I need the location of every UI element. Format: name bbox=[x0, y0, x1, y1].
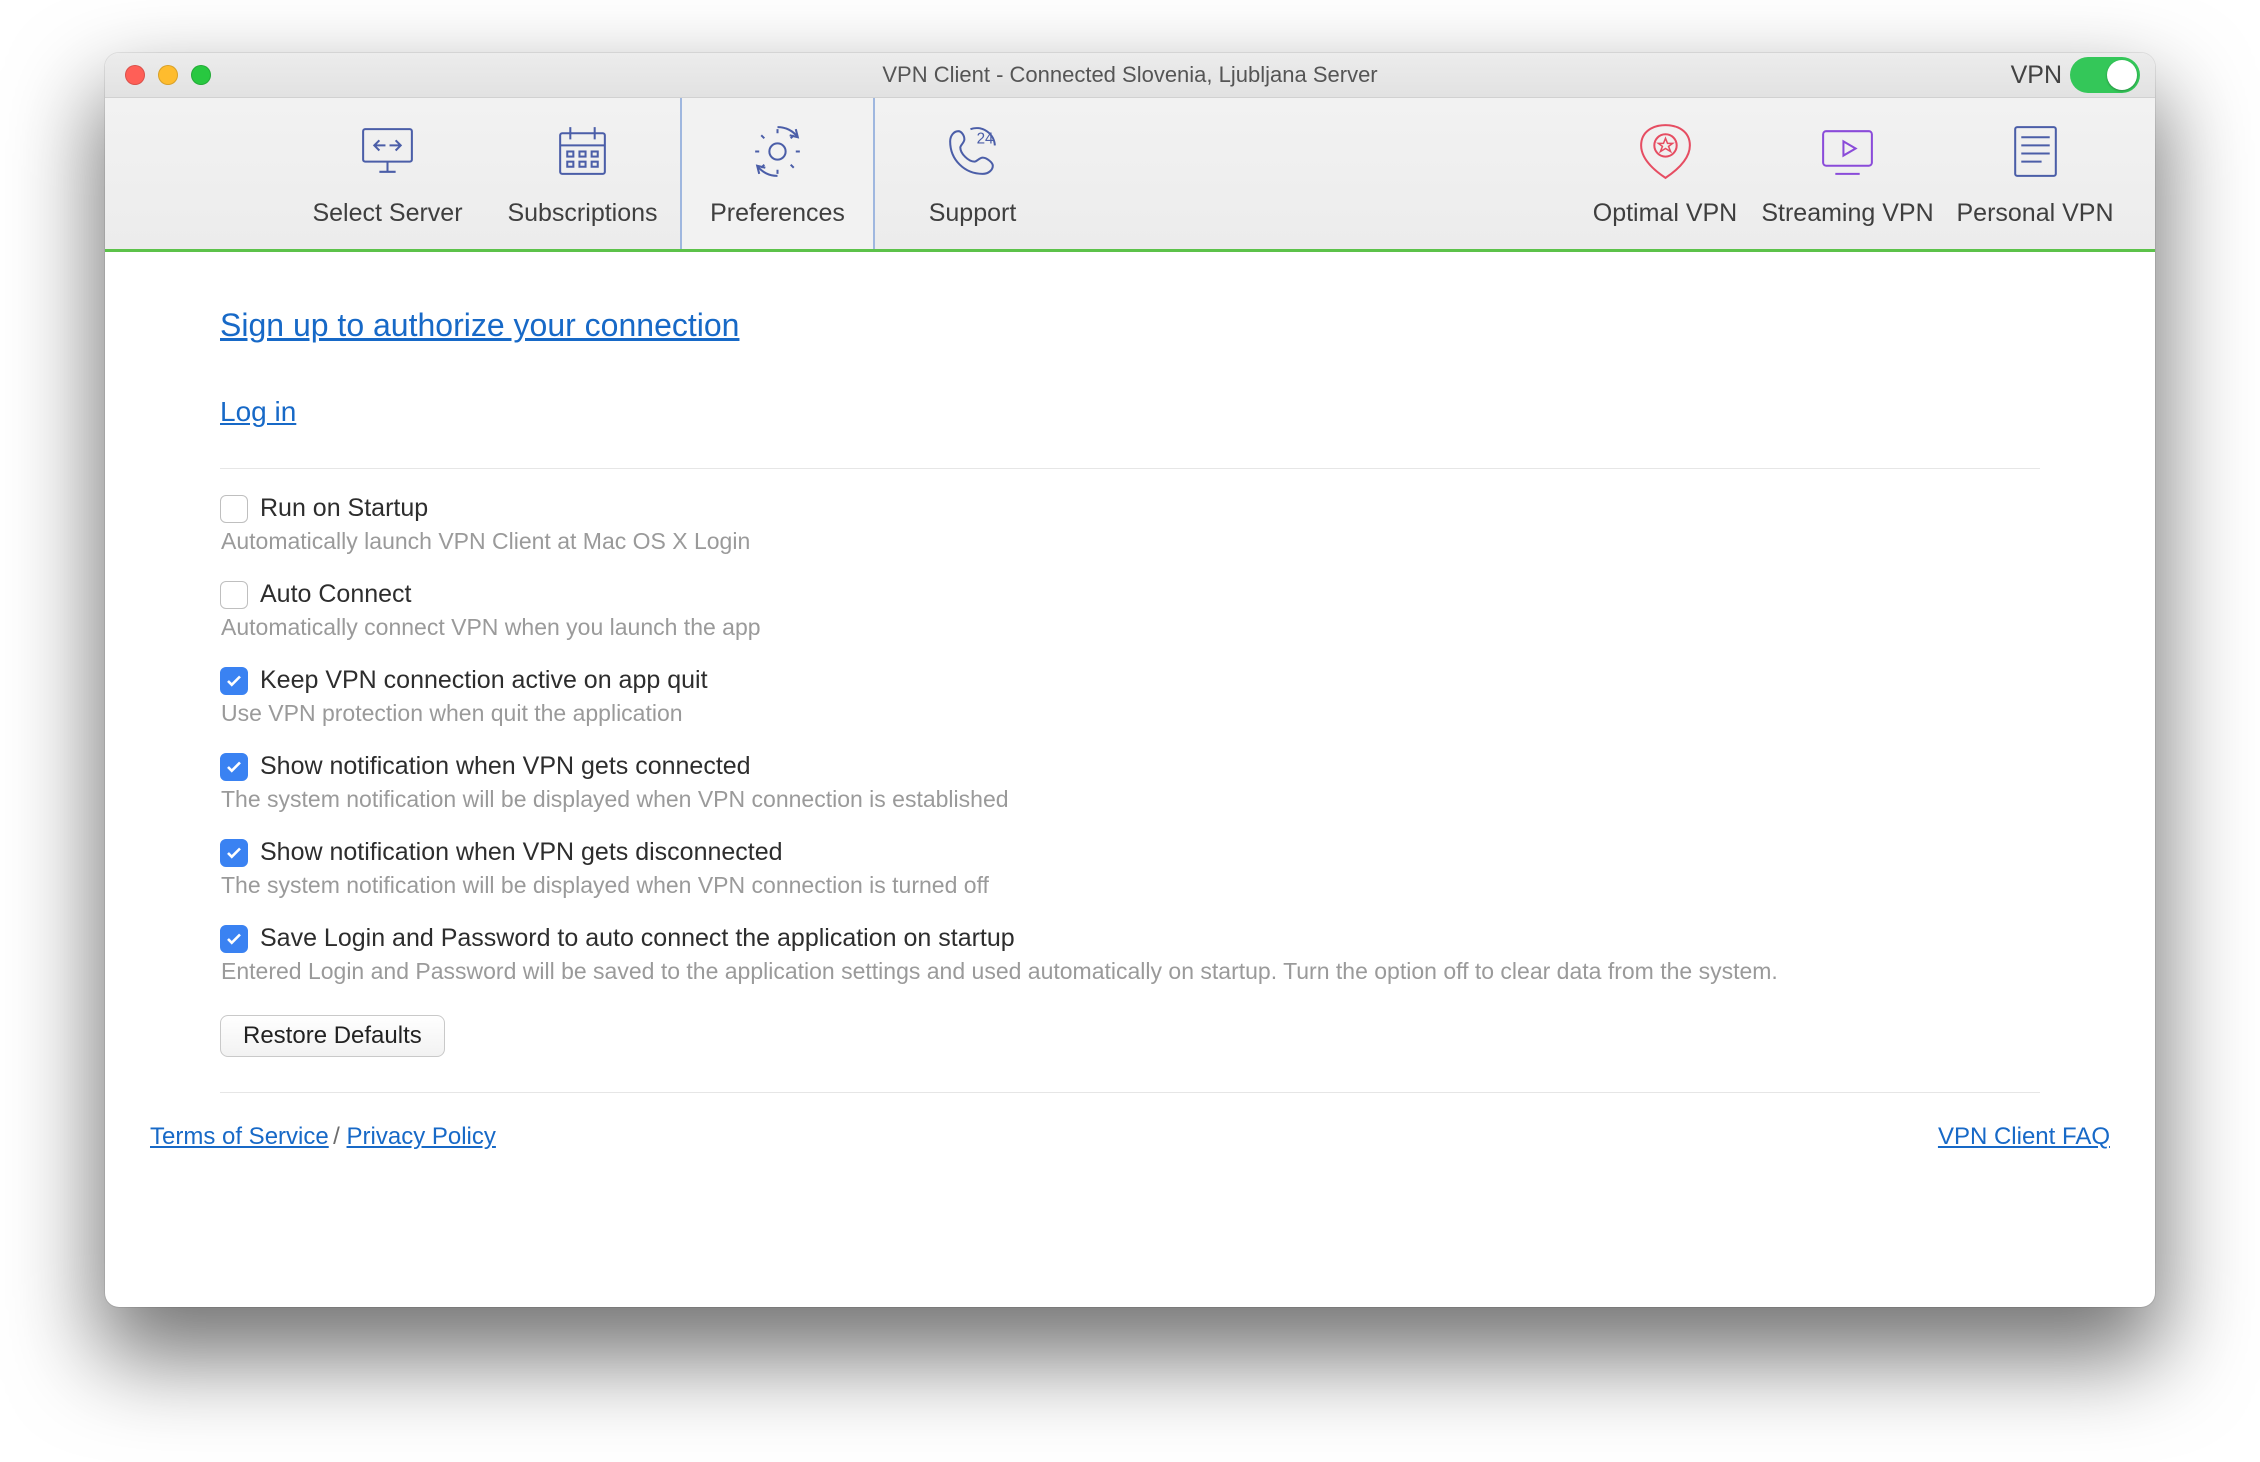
toolbar: Select Server Subscriptions bbox=[105, 98, 2155, 252]
close-window-button[interactable] bbox=[125, 65, 145, 85]
login-link[interactable]: Log in bbox=[220, 396, 296, 428]
restore-defaults-button[interactable]: Restore Defaults bbox=[220, 1015, 445, 1057]
tab-label: Streaming VPN bbox=[1761, 199, 1933, 228]
option-save-login: Save Login and Password to auto connect … bbox=[220, 924, 2040, 985]
divider bbox=[220, 468, 2040, 469]
tab-label: Preferences bbox=[710, 199, 845, 228]
terms-of-service-link[interactable]: Terms of Service bbox=[150, 1123, 329, 1150]
signup-link[interactable]: Sign up to authorize your connection bbox=[220, 307, 739, 343]
option-label: Show notification when VPN gets disconne… bbox=[260, 838, 783, 867]
privacy-policy-link[interactable]: Privacy Policy bbox=[347, 1123, 496, 1150]
gear-sync-icon bbox=[745, 119, 810, 189]
option-auto-connect: Auto Connect Automatically connect VPN w… bbox=[220, 580, 2040, 641]
options-list: Run on Startup Automatically launch VPN … bbox=[220, 494, 2040, 1057]
option-label: Auto Connect bbox=[260, 580, 412, 609]
option-desc: Entered Login and Password will be saved… bbox=[221, 958, 2040, 985]
svg-text:24: 24 bbox=[977, 130, 994, 147]
tab-label: Select Server bbox=[312, 199, 462, 228]
option-desc: Automatically connect VPN when you launc… bbox=[221, 614, 2040, 641]
option-desc: Automatically launch VPN Client at Mac O… bbox=[221, 528, 2040, 555]
phone-24-icon: 24 bbox=[940, 119, 1005, 189]
tab-support[interactable]: 24 Support bbox=[875, 98, 1070, 249]
vpn-status-label: VPN bbox=[2011, 61, 2062, 90]
option-label: Run on Startup bbox=[260, 494, 428, 523]
checkbox-save-login[interactable] bbox=[220, 925, 248, 953]
auth-links: Sign up to authorize your connection Log… bbox=[220, 307, 2040, 428]
play-screen-icon bbox=[1815, 119, 1880, 189]
option-label: Save Login and Password to auto connect … bbox=[260, 924, 1015, 953]
tab-select-server[interactable]: Select Server bbox=[290, 98, 485, 249]
checkbox-run-startup[interactable] bbox=[220, 495, 248, 523]
option-keep-active: Keep VPN connection active on app quit U… bbox=[220, 666, 2040, 727]
badge-star-icon bbox=[1633, 119, 1698, 189]
window-title: VPN Client - Connected Slovenia, Ljublja… bbox=[105, 62, 2155, 88]
calendar-icon bbox=[550, 119, 615, 189]
tab-label: Support bbox=[929, 199, 1017, 228]
tab-personal-vpn[interactable]: Personal VPN bbox=[1945, 98, 2125, 249]
checkbox-notif-connected[interactable] bbox=[220, 753, 248, 781]
zoom-window-button[interactable] bbox=[191, 65, 211, 85]
option-notif-connected: Show notification when VPN gets connecte… bbox=[220, 752, 2040, 813]
vpn-toggle-switch[interactable] bbox=[2070, 57, 2140, 93]
tab-optimal-vpn[interactable]: Optimal VPN bbox=[1580, 98, 1750, 249]
traffic-lights bbox=[105, 65, 211, 85]
option-label: Show notification when VPN gets connecte… bbox=[260, 752, 751, 781]
preferences-content: Sign up to authorize your connection Log… bbox=[105, 252, 2155, 1171]
option-notif-disconnected: Show notification when VPN gets disconne… bbox=[220, 838, 2040, 899]
checkbox-notif-disconnected[interactable] bbox=[220, 839, 248, 867]
minimize-window-button[interactable] bbox=[158, 65, 178, 85]
option-desc: The system notification will be displaye… bbox=[221, 786, 2040, 813]
footer: Terms of Service / Privacy Policy VPN Cl… bbox=[220, 1092, 2040, 1151]
monitor-arrows-icon bbox=[355, 119, 420, 189]
option-label: Keep VPN connection active on app quit bbox=[260, 666, 708, 695]
tab-streaming-vpn[interactable]: Streaming VPN bbox=[1755, 98, 1940, 249]
option-desc: The system notification will be displaye… bbox=[221, 872, 2040, 899]
titlebar: VPN Client - Connected Slovenia, Ljublja… bbox=[105, 53, 2155, 98]
checkbox-auto-connect[interactable] bbox=[220, 581, 248, 609]
app-window: VPN Client - Connected Slovenia, Ljublja… bbox=[105, 53, 2155, 1307]
tab-preferences[interactable]: Preferences bbox=[680, 98, 875, 249]
faq-link[interactable]: VPN Client FAQ bbox=[1938, 1123, 2110, 1150]
checkbox-keep-active[interactable] bbox=[220, 667, 248, 695]
tab-label: Personal VPN bbox=[1956, 199, 2113, 228]
footer-separator: / bbox=[333, 1123, 346, 1150]
option-run-startup: Run on Startup Automatically launch VPN … bbox=[220, 494, 2040, 555]
tab-subscriptions[interactable]: Subscriptions bbox=[485, 98, 680, 249]
server-rack-icon bbox=[2003, 119, 2068, 189]
tab-label: Optimal VPN bbox=[1593, 199, 1737, 228]
tab-label: Subscriptions bbox=[507, 199, 657, 228]
option-desc: Use VPN protection when quit the applica… bbox=[221, 700, 2040, 727]
